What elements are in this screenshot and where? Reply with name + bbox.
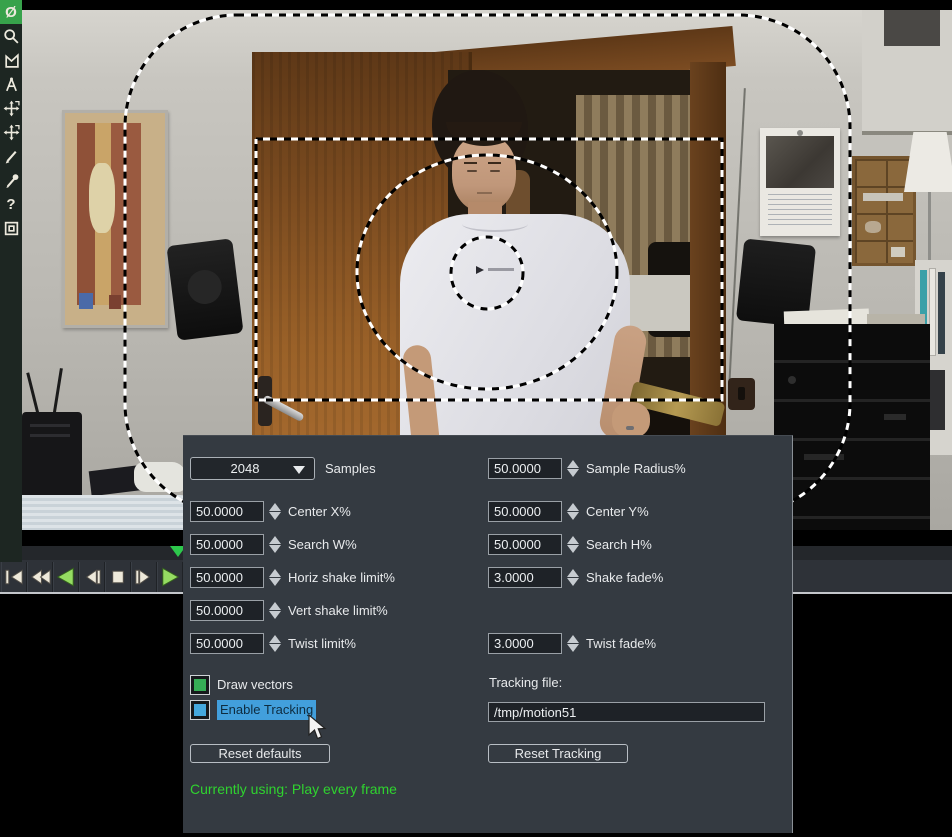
zoom-tool[interactable] (0, 24, 22, 48)
play-button[interactable] (157, 562, 183, 592)
projector-tool[interactable] (0, 120, 22, 144)
person-hand (612, 402, 650, 438)
twist-fade-label: Twist fade% (586, 633, 656, 654)
floor-lamp-shade (904, 132, 952, 192)
person-face (452, 136, 516, 212)
search-h-field[interactable]: 50.0000 (488, 534, 562, 555)
wall-outlet (728, 378, 755, 410)
tool-info-button[interactable]: ? (0, 192, 22, 216)
center-x-field[interactable]: 50.0000 (190, 501, 264, 522)
camera-tool[interactable] (0, 96, 22, 120)
twist-limit-spinner[interactable] (268, 633, 283, 654)
search-w-field[interactable]: 50.0000 (190, 534, 264, 555)
status-message: Currently using: Play every frame (190, 781, 397, 797)
reverse-play-button[interactable] (53, 562, 79, 592)
twist-limit-label: Twist limit% (288, 633, 356, 654)
router-antenna (52, 368, 63, 418)
calendar (760, 128, 840, 236)
left-speaker (166, 238, 243, 340)
vert-shake-limit-label: Vert shake limit% (288, 600, 388, 621)
rewind-button[interactable] (1, 562, 27, 592)
shake-fade-label: Shake fade% (586, 567, 663, 588)
stop-button[interactable] (105, 562, 131, 592)
shirt-print (476, 266, 484, 274)
compositor-window: Ø ? (0, 0, 952, 837)
shake-fade-field[interactable]: 3.0000 (488, 567, 562, 588)
wall-cable (728, 88, 746, 388)
draw-vectors-checkbox[interactable] (190, 675, 210, 695)
search-h-spinner[interactable] (566, 534, 581, 555)
protect-video-tool[interactable]: Ø (0, 0, 22, 24)
center-y-spinner[interactable] (566, 501, 581, 522)
twist-limit-field[interactable]: 50.0000 (190, 633, 264, 654)
center-x-spinner[interactable] (268, 501, 283, 522)
draw-vectors-label[interactable]: Draw vectors (217, 675, 293, 695)
reset-tracking-button[interactable]: Reset Tracking (488, 744, 628, 763)
shake-fade-spinner[interactable] (566, 567, 581, 588)
frame-reverse-button[interactable] (79, 562, 105, 592)
twist-fade-spinner[interactable] (566, 633, 581, 654)
motion-settings-panel: 2048 Samples 50.0000 Sample Radius% 50.0… (183, 435, 793, 833)
samples-dropdown[interactable]: 2048 (190, 457, 315, 480)
dropdown-caret-icon (293, 466, 305, 474)
reset-defaults-button[interactable]: Reset defaults (190, 744, 330, 763)
sample-radius-spinner[interactable] (566, 458, 581, 479)
white-cloth (134, 462, 186, 492)
vert-shake-limit-spinner[interactable] (268, 600, 283, 621)
compositor-toolbar: Ø ? (0, 0, 22, 562)
vert-shake-limit-field[interactable]: 50.0000 (190, 600, 264, 621)
search-w-spinner[interactable] (268, 534, 283, 555)
enable-tracking-label[interactable]: Enable Tracking (217, 700, 316, 720)
sample-radius-field[interactable]: 50.0000 (488, 458, 562, 479)
tracking-file-label: Tracking file: (489, 672, 562, 693)
eyedropper-tool[interactable] (0, 168, 22, 192)
samples-value: 2048 (191, 458, 299, 479)
router (22, 412, 82, 502)
top-shelf-item (884, 10, 940, 46)
equipment-stack (774, 324, 930, 545)
enable-tracking-checkbox[interactable] (190, 700, 210, 720)
samples-label: Samples (325, 458, 376, 479)
titlesafe-tool[interactable] (0, 216, 22, 240)
frame-forward-button[interactable] (131, 562, 157, 592)
mask-tool[interactable] (0, 48, 22, 72)
horiz-shake-limit-label: Horiz shake limit% (288, 567, 395, 588)
center-x-label: Center X% (288, 501, 351, 522)
search-h-label: Search H% (586, 534, 652, 555)
twist-fade-field[interactable]: 3.0000 (488, 633, 562, 654)
wall-artwork (62, 110, 168, 328)
horiz-shake-limit-field[interactable]: 50.0000 (190, 567, 264, 588)
tracking-file-input[interactable] (488, 702, 765, 722)
search-w-label: Search W% (288, 534, 357, 555)
horiz-shake-limit-spinner[interactable] (268, 567, 283, 588)
ruler-tool[interactable] (0, 72, 22, 96)
crop-tool[interactable] (0, 144, 22, 168)
center-y-field[interactable]: 50.0000 (488, 501, 562, 522)
center-y-label: Center Y% (586, 501, 649, 522)
fast-reverse-button[interactable] (27, 562, 53, 592)
cubby-shelf (852, 156, 916, 266)
sample-radius-label: Sample Radius% (586, 458, 686, 479)
